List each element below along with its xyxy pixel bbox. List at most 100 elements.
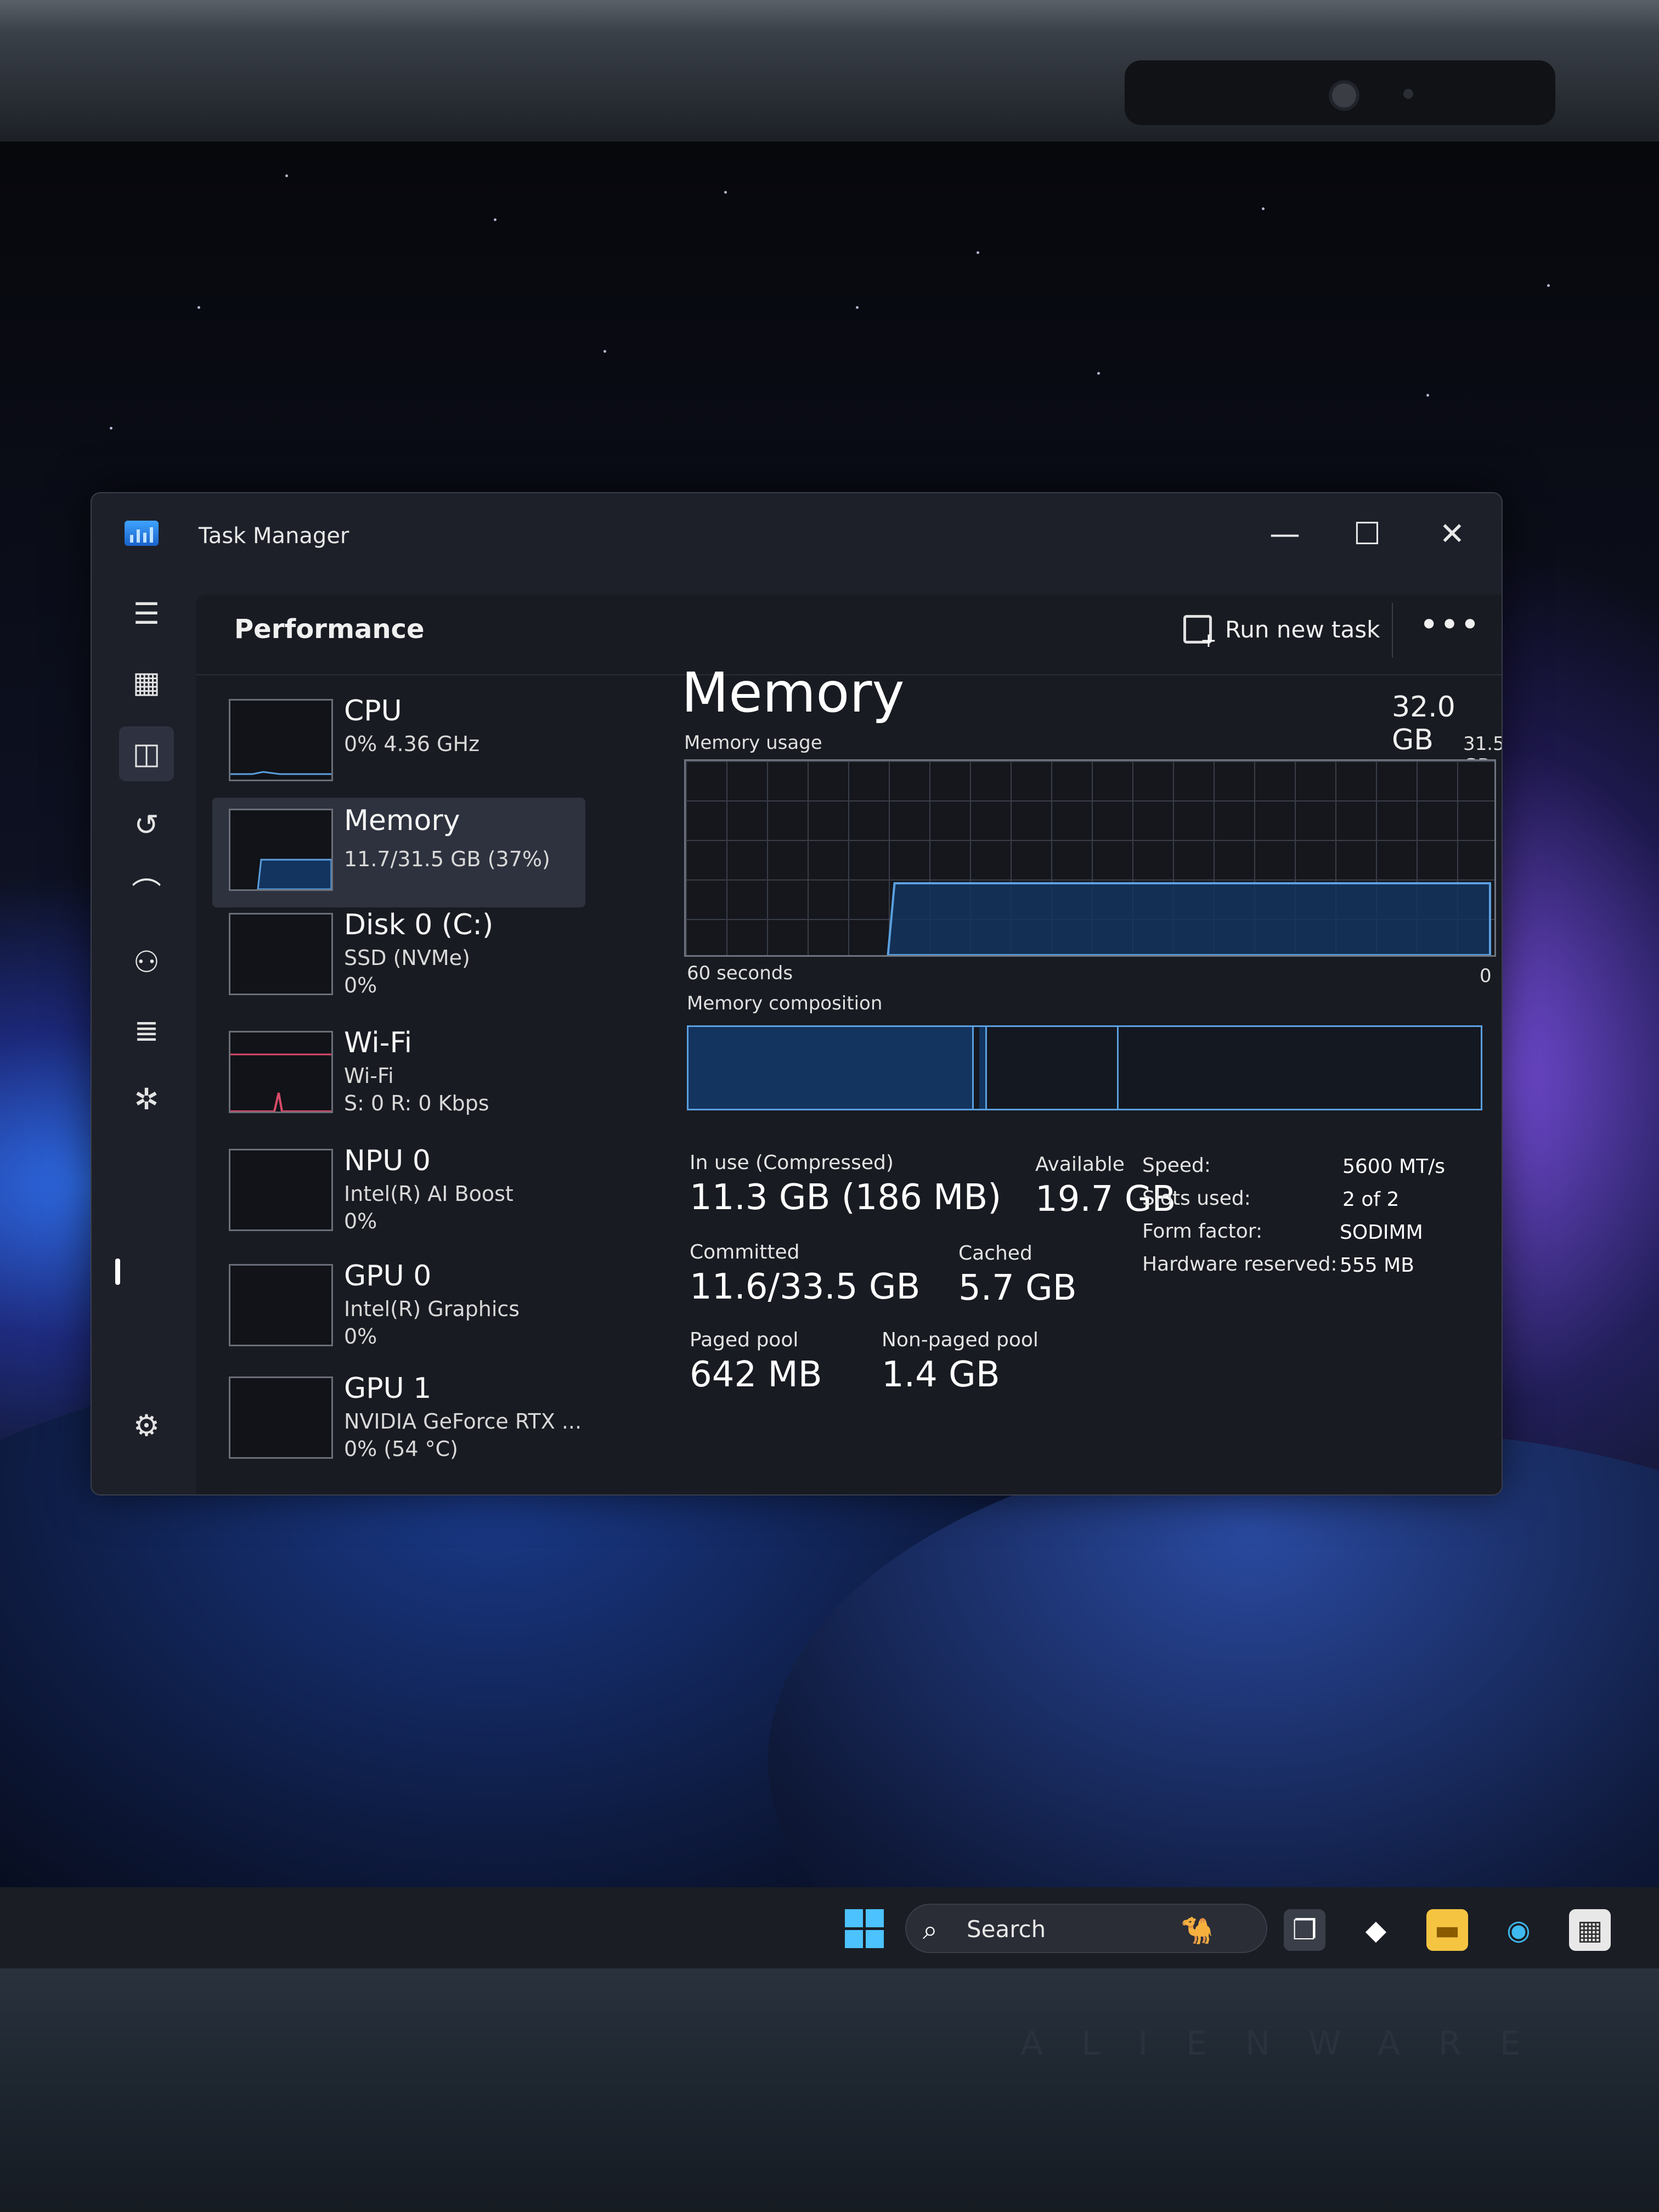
non-paged-pool-value: 1.4 GB xyxy=(882,1355,1000,1395)
performance-icon[interactable]: ◫ xyxy=(119,726,174,781)
task-manager-app-icon xyxy=(125,521,159,546)
star xyxy=(1262,207,1265,210)
free-segment xyxy=(1119,1027,1481,1109)
cpu-thumbnail-graph xyxy=(229,699,333,781)
device-detail: Intel(R) AI Boost xyxy=(344,1182,514,1206)
hardware-reserved-label: Hardware reserved: xyxy=(1142,1253,1338,1276)
task-view-icon[interactable]: ❐ xyxy=(1284,1909,1325,1951)
form-factor-value: SODIMM xyxy=(1340,1221,1423,1244)
maximize-button[interactable]: ☐ xyxy=(1342,512,1392,556)
device-detail: 0% xyxy=(344,973,377,997)
edge-browser-icon[interactable]: ◉ xyxy=(1498,1909,1539,1951)
device-item-gpu1[interactable]: GPU 1 NVIDIA GeForce RTX ... 0% (54 °C) xyxy=(212,1365,585,1475)
committed-value: 11.6/33.5 GB xyxy=(690,1267,921,1307)
memory-composition-bar xyxy=(687,1025,1482,1110)
minimize-button[interactable]: — xyxy=(1260,512,1310,556)
device-item-memory[interactable]: Memory 11.7/31.5 GB (37%) xyxy=(212,798,585,907)
sensor-dot-icon xyxy=(1587,89,1597,99)
more-options-button[interactable]: ••• xyxy=(1419,606,1481,644)
star xyxy=(856,306,859,309)
device-detail: 11.7/31.5 GB (37%) xyxy=(344,847,550,871)
settings-gear-icon[interactable]: ⚙ xyxy=(119,1398,174,1453)
task-manager-window: Task Manager — ☐ ✕ ☰ ▦ ◫ ↺ ⌒ ⚇ ≣ ✲ ⚙ Per… xyxy=(91,492,1503,1496)
details-icon[interactable]: ≣ xyxy=(119,1003,174,1058)
services-icon[interactable]: ✲ xyxy=(119,1072,174,1127)
memory-heading: Memory xyxy=(681,661,905,725)
wifi-thumbnail-graph xyxy=(229,1031,333,1113)
device-name: GPU 0 xyxy=(344,1260,432,1293)
star xyxy=(977,251,979,254)
device-name: Memory xyxy=(344,804,460,837)
device-name: NPU 0 xyxy=(344,1144,431,1177)
active-indicator xyxy=(115,1259,120,1285)
divider xyxy=(1392,603,1393,658)
npu-thumbnail-graph xyxy=(229,1149,333,1231)
paged-pool-value: 642 MB xyxy=(690,1355,822,1395)
device-detail: 0% xyxy=(344,1209,377,1233)
run-task-icon xyxy=(1183,615,1217,652)
time-zero-label: 0 xyxy=(1480,965,1492,987)
run-new-task-button[interactable]: Run new task xyxy=(1183,610,1380,652)
committed-label: Committed xyxy=(690,1241,800,1263)
device-detail: 0% xyxy=(344,1324,377,1348)
in-use-label: In use (Compressed) xyxy=(690,1152,894,1174)
file-explorer-icon[interactable]: ▬ xyxy=(1426,1909,1468,1951)
cached-value: 5.7 GB xyxy=(958,1268,1077,1308)
app-history-icon[interactable]: ↺ xyxy=(119,798,174,853)
memory-thumbnail-graph xyxy=(229,809,333,891)
speed-value: 5600 MT/s xyxy=(1342,1155,1445,1178)
star xyxy=(494,218,496,221)
device-detail: Wi-Fi xyxy=(344,1064,394,1088)
sensor-dot-icon xyxy=(1403,89,1413,99)
device-item-wifi[interactable]: Wi-Fi Wi-Fi S: 0 R: 0 Kbps xyxy=(212,1020,585,1130)
disk-thumbnail-graph xyxy=(229,913,333,995)
non-paged-pool-label: Non-paged pool xyxy=(882,1329,1039,1351)
form-factor-label: Form factor: xyxy=(1142,1220,1263,1243)
device-item-disk[interactable]: Disk 0 (C:) SSD (NVMe) 0% xyxy=(212,902,585,1012)
brand-logo: ALIENWARE xyxy=(1020,2024,1559,2063)
run-new-task-label: Run new task xyxy=(1225,616,1380,643)
star xyxy=(285,174,288,177)
slots-used-label: Slots used: xyxy=(1142,1187,1251,1210)
device-detail: NVIDIA GeForce RTX ... xyxy=(344,1409,582,1434)
page-title: Performance xyxy=(234,614,425,645)
device-item-cpu[interactable]: CPU 0% 4.36 GHz xyxy=(212,688,585,798)
close-button[interactable]: ✕ xyxy=(1427,512,1477,556)
time-span-label: 60 seconds xyxy=(687,962,793,984)
microsoft-store-icon[interactable]: ▦ xyxy=(1569,1909,1611,1951)
hamburger-menu-icon[interactable]: ☰ xyxy=(119,586,174,641)
device-item-npu[interactable]: NPU 0 Intel(R) AI Boost 0% xyxy=(212,1138,585,1248)
device-detail: SSD (NVMe) xyxy=(344,946,470,970)
processes-icon[interactable]: ▦ xyxy=(119,655,174,710)
slots-used-value: 2 of 2 xyxy=(1342,1188,1400,1211)
memory-usage-label: Memory usage xyxy=(684,732,822,754)
webcam-lens-icon xyxy=(1329,80,1359,111)
star xyxy=(724,191,727,194)
device-item-gpu0[interactable]: GPU 0 Intel(R) Graphics 0% xyxy=(212,1253,585,1363)
search-label: Search xyxy=(967,1916,1046,1943)
sensor-dot-icon xyxy=(1084,89,1094,99)
in-use-value: 11.3 GB (186 MB) xyxy=(690,1177,1002,1218)
device-name: CPU xyxy=(344,695,402,727)
window-title: Task Manager xyxy=(199,523,349,549)
gpu1-thumbnail-graph xyxy=(229,1376,333,1459)
memory-usage-area xyxy=(887,882,1491,955)
device-detail: 0% (54 °C) xyxy=(344,1437,458,1461)
cached-label: Cached xyxy=(958,1242,1032,1265)
speed-label: Speed: xyxy=(1142,1154,1211,1177)
device-name: GPU 1 xyxy=(344,1372,432,1405)
taskbar: ⌕ Search 🐪 ❐ ◆ ▬ ◉ ▦ xyxy=(0,1887,1659,1970)
startup-apps-icon[interactable]: ⌒ xyxy=(119,866,174,921)
windows-start-button[interactable] xyxy=(845,1909,884,1949)
device-detail: 0% 4.36 GHz xyxy=(344,732,480,756)
modified-segment xyxy=(979,1027,987,1109)
memory-usage-fill xyxy=(887,882,1491,955)
taskbar-search-box[interactable]: ⌕ Search 🐪 xyxy=(905,1904,1267,1953)
in-use-segment xyxy=(689,1027,974,1109)
hardware-reserved-value: 555 MB xyxy=(1340,1254,1414,1277)
available-label: Available xyxy=(1035,1153,1125,1176)
title-bar[interactable]: Task Manager — ☐ ✕ xyxy=(92,493,1502,581)
users-icon[interactable]: ⚇ xyxy=(119,935,174,990)
search-highlight-icon: 🐪 xyxy=(1181,1915,1214,1946)
copilot-icon[interactable]: ◆ xyxy=(1355,1909,1397,1951)
